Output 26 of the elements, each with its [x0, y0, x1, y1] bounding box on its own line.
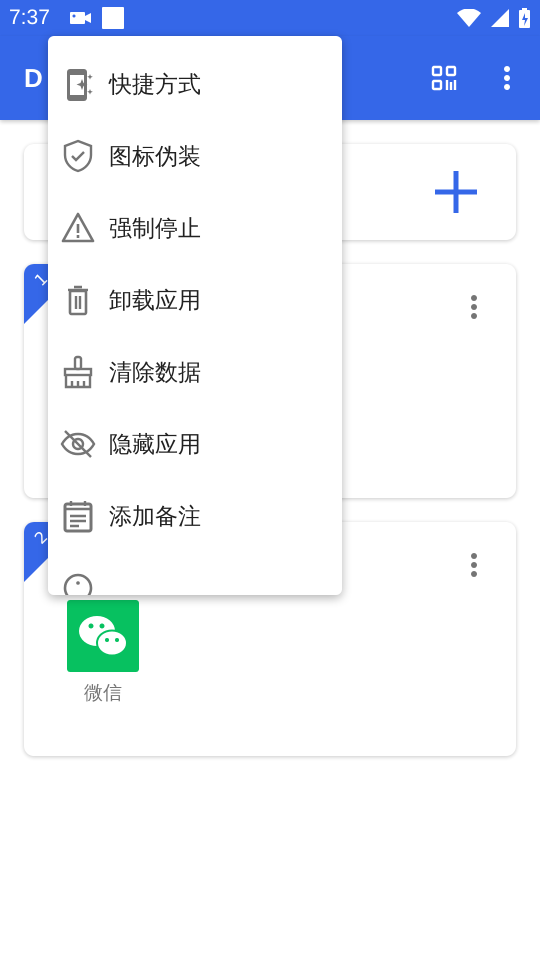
more-options-icon[interactable]: [503, 65, 511, 91]
qr-code-icon[interactable]: [431, 65, 457, 91]
menu-item[interactable]: 快捷方式: [48, 48, 342, 120]
battery-icon: [519, 8, 530, 28]
more-options-icon[interactable]: [470, 552, 478, 578]
menu-item-label: 清除数据: [109, 358, 201, 388]
signal-icon: [491, 9, 509, 27]
menu-item[interactable]: 清除数据: [48, 336, 342, 408]
chat-app-icon[interactable]: [67, 600, 139, 672]
app-title: D: [24, 62, 43, 94]
menu-item[interactable]: 隐藏应用: [48, 408, 342, 480]
plus-icon[interactable]: [435, 171, 477, 213]
square-icon: [102, 7, 124, 29]
menu-item-label: 强制停止: [109, 214, 201, 244]
menu-item-label: 图标伪装: [109, 142, 201, 172]
menu-item[interactable]: 强制停止: [48, 192, 342, 264]
wifi-icon: [457, 9, 481, 27]
menu-item-label: 添加备注: [109, 502, 201, 532]
status-time: 7:37: [9, 6, 50, 30]
app-name: 微信: [84, 681, 122, 706]
more-options-icon[interactable]: [470, 294, 478, 320]
video-camera-icon: [70, 11, 92, 25]
menu-item[interactable]: 图标伪装: [48, 120, 342, 192]
menu-item-label: 快捷方式: [109, 70, 201, 100]
menu-item-label: 卸载应用: [109, 286, 201, 316]
menu-item-label: 隐藏应用: [109, 430, 201, 460]
